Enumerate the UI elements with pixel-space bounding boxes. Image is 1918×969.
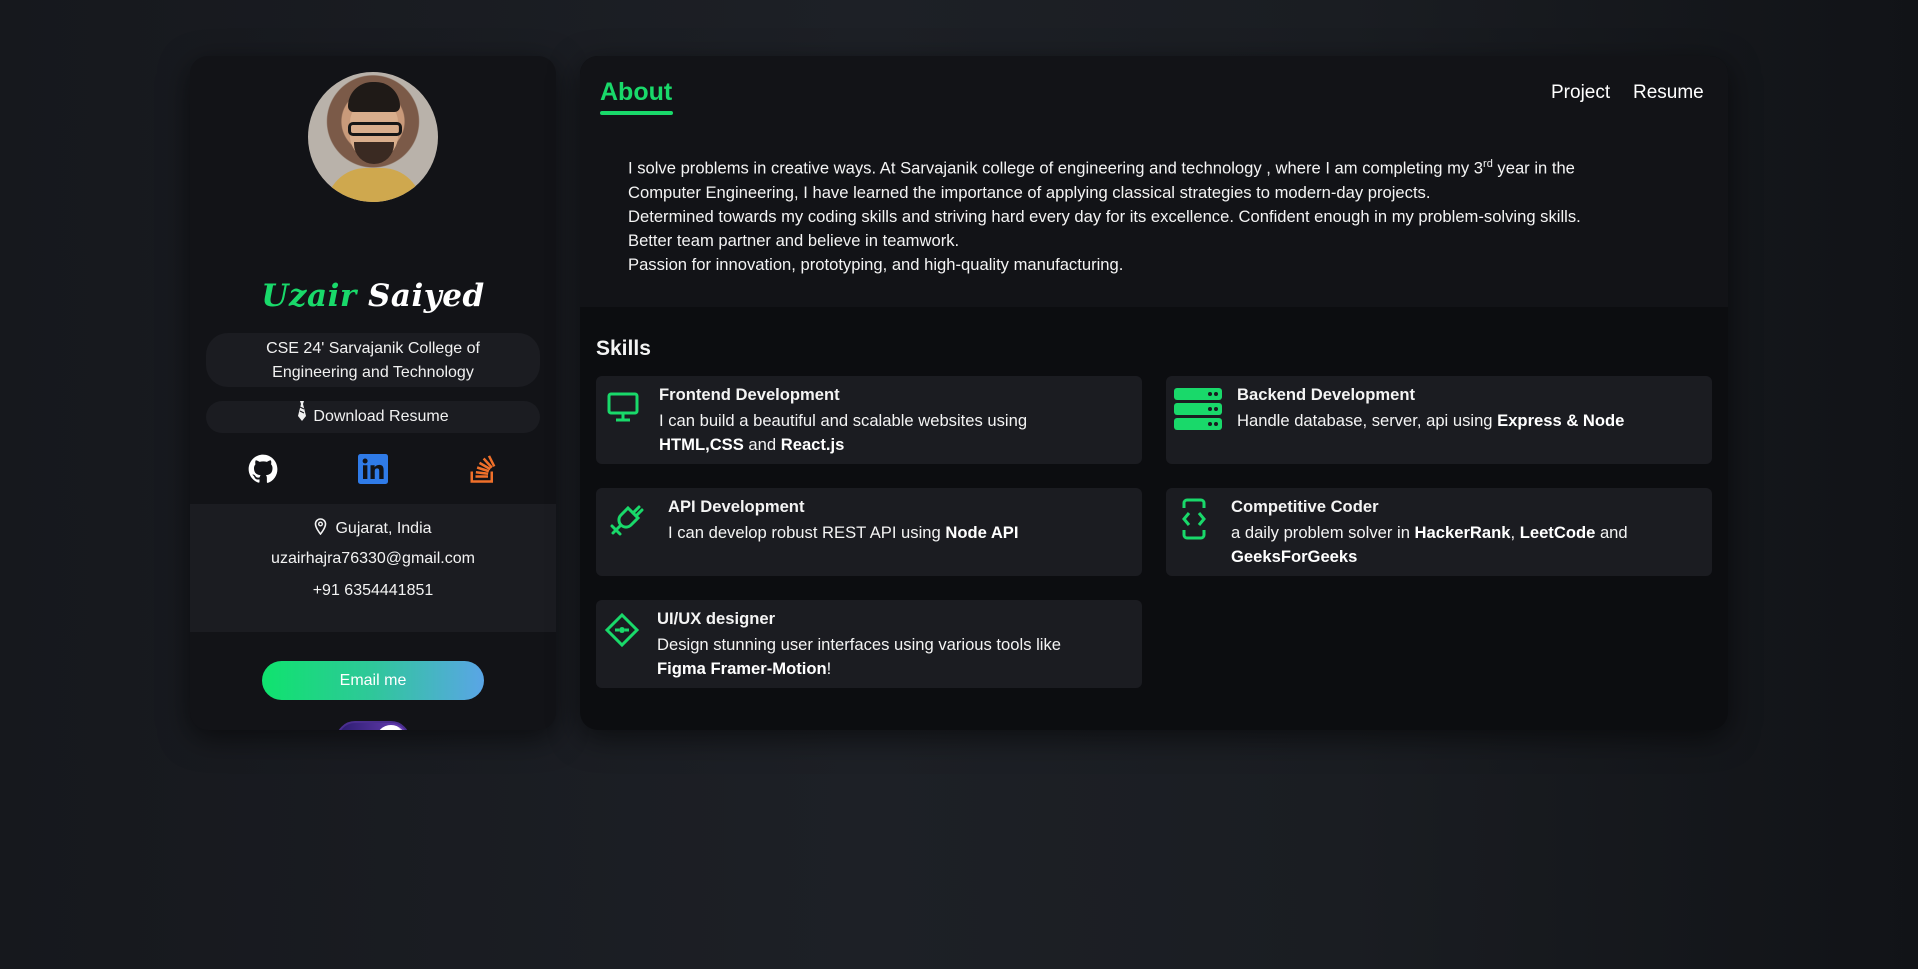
linkedin-icon[interactable] <box>358 454 388 484</box>
skill-title: UI/UX designer <box>657 609 776 628</box>
about-line-1: I solve problems in creative ways. At Sa… <box>628 158 1575 178</box>
social-links <box>190 454 556 486</box>
skill-card-competitive: Competitive Coder a daily problem solver… <box>1166 488 1712 576</box>
profile-sidebar: Uzair Saiyed CSE 24' Sarvajanik College … <box>190 56 556 730</box>
skill-title: Competitive Coder <box>1231 497 1379 516</box>
about-section: About Project Resume I solve problems in… <box>580 56 1728 307</box>
skill-title: API Development <box>668 497 805 516</box>
skill-card-backend: Backend Development Handle database, ser… <box>1166 376 1712 464</box>
design-icon <box>604 612 640 653</box>
college-line-1: CSE 24' Sarvajanik College of <box>266 340 480 357</box>
download-resume-button[interactable]: Download Resume <box>206 401 540 433</box>
skill-desc: Design stunning user interfaces using va… <box>657 635 1061 678</box>
tab-project[interactable]: Project <box>1551 82 1610 104</box>
skill-desc: I can build a beautiful and scalable web… <box>659 411 1028 454</box>
college-badge: CSE 24' Sarvajanik College of Engineerin… <box>206 333 540 387</box>
skill-title: Frontend Development <box>659 385 840 404</box>
profile-name: Uzair Saiyed <box>190 278 556 314</box>
contact-info: Gujarat, India uzairhajra76330@gmail.com… <box>190 504 556 632</box>
first-name: Uzair <box>261 278 357 314</box>
location-row: Gujarat, India <box>190 518 556 540</box>
email-text[interactable]: uzairhajra76330@gmail.com <box>190 550 556 568</box>
phone-text[interactable]: +91 6354441851 <box>190 582 556 600</box>
github-icon[interactable] <box>248 454 278 484</box>
tab-about[interactable]: About <box>600 78 672 107</box>
download-resume-label: Download Resume <box>313 408 449 426</box>
about-line-4: Better team partner and believe in teamw… <box>628 230 960 250</box>
main-panel: About Project Resume I solve problems in… <box>580 56 1728 730</box>
skill-card-api: API Development I can develop robust RES… <box>596 488 1142 576</box>
active-tab-underline <box>600 111 673 115</box>
avatar <box>308 72 438 202</box>
moon-icon <box>376 725 406 730</box>
about-line-2: Computer Engineering, I have learned the… <box>628 182 1431 202</box>
skill-desc: Handle database, server, api using Expre… <box>1237 411 1625 430</box>
skill-title: Backend Development <box>1237 385 1415 404</box>
about-line-3: Determined towards my coding skills and … <box>628 206 1581 226</box>
plug-icon <box>606 500 646 545</box>
email-me-button[interactable]: Email me <box>262 661 484 700</box>
college-line-2: Engineering and Technology <box>272 364 474 381</box>
skill-desc: a daily problem solver in HackerRank, Le… <box>1231 523 1628 566</box>
skill-card-frontend: Frontend Development I can build a beaut… <box>596 376 1142 464</box>
skills-heading: Skills <box>596 337 651 360</box>
stackoverflow-icon[interactable] <box>468 454 498 484</box>
skill-card-uiux: UI/UX designer Design stunning user inte… <box>596 600 1142 688</box>
server-icon <box>1174 388 1222 437</box>
location-text: Gujarat, India <box>335 520 432 537</box>
about-line-5: Passion for innovation, prototyping, and… <box>628 254 1124 274</box>
last-name: Saiyed <box>367 278 485 314</box>
skill-desc: I can develop robust REST API using Node… <box>668 523 1019 542</box>
code-icon <box>1180 498 1208 545</box>
tab-resume[interactable]: Resume <box>1633 82 1704 104</box>
theme-toggle[interactable] <box>336 721 410 730</box>
tie-icon <box>297 401 307 433</box>
about-text: I solve problems in creative ways. At Sa… <box>628 152 1698 277</box>
monitor-icon <box>606 390 640 429</box>
location-pin-icon <box>314 518 327 540</box>
